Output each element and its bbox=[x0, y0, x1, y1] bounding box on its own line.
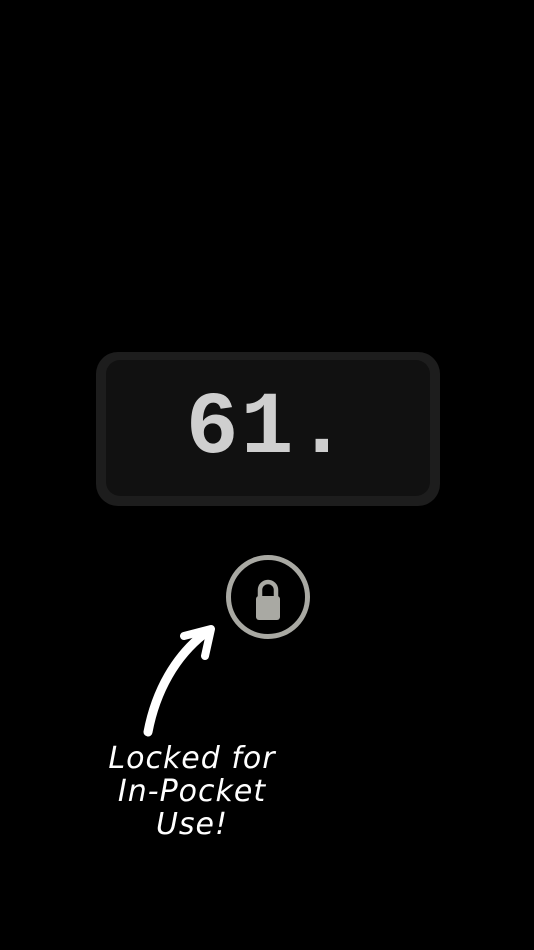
curved-arrow-icon bbox=[143, 625, 215, 737]
app-screen: 61. Locked for In-Pocket Use! bbox=[0, 0, 534, 950]
counter-display-inner: 61. bbox=[106, 360, 430, 496]
annotation-line-1: Locked for bbox=[108, 741, 276, 776]
lock-annotation: Locked for In-Pocket Use! bbox=[92, 620, 312, 860]
annotation-line-3: Use! bbox=[155, 807, 229, 842]
annotation-text: Locked for In-Pocket Use! bbox=[92, 742, 292, 841]
annotation-line-2: In-Pocket bbox=[117, 774, 267, 809]
counter-display: 61. bbox=[96, 352, 440, 506]
counter-value: 61. bbox=[185, 380, 351, 479]
